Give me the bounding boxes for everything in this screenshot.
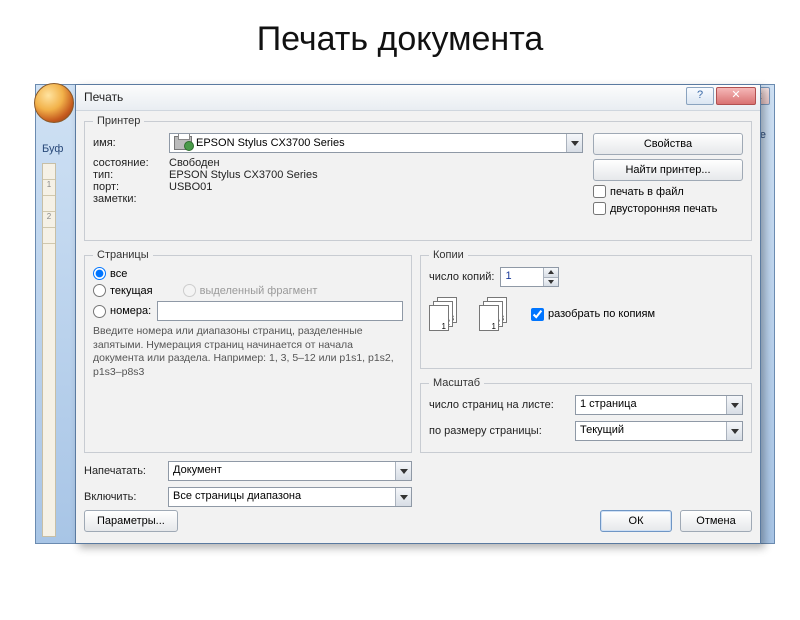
collate-checkbox[interactable]: разобрать по копиям	[531, 308, 655, 321]
ok-button[interactable]: ОК	[600, 510, 672, 532]
vertical-ruler: 12	[42, 163, 56, 537]
printer-icon	[174, 136, 192, 150]
scale-group: Масштаб число страниц на листе: 1 страни…	[420, 377, 752, 453]
printer-name-combo[interactable]: EPSON Stylus CX3700 Series	[169, 133, 583, 153]
cancel-button[interactable]: Отмена	[680, 510, 752, 532]
dialog-footer: Параметры... ОК Отмена	[84, 507, 752, 535]
office-button-icon	[34, 83, 74, 123]
pages-hint: Введите номера или диапазоны страниц, ра…	[93, 325, 403, 380]
print-what-combo[interactable]: Документ	[168, 461, 412, 481]
printer-port-label: порт:	[93, 181, 163, 193]
ribbon-fragment-2: Буф	[42, 143, 63, 155]
pages-selection-radio: выделенный фрагмент	[183, 284, 318, 297]
collate-diagram-icon: 321 321	[429, 297, 511, 331]
spinner-down-icon[interactable]	[544, 278, 558, 287]
pages-current-radio[interactable]: текущая	[93, 284, 153, 297]
scale-to-paper-combo[interactable]: Текущий	[575, 421, 743, 441]
printer-status-value: Свободен	[169, 157, 220, 169]
chevron-down-icon[interactable]	[566, 134, 582, 152]
pages-per-sheet-label: число страниц на листе:	[429, 399, 569, 411]
print-what-label: Напечатать:	[84, 465, 162, 477]
spinner-up-icon[interactable]	[544, 268, 558, 278]
pages-per-sheet-combo[interactable]: 1 страница	[575, 395, 743, 415]
printer-name-label: имя:	[93, 137, 163, 149]
include-combo[interactable]: Все страницы диапазона	[168, 487, 412, 507]
printer-name-value: EPSON Stylus CX3700 Series	[196, 137, 345, 149]
close-button[interactable]	[716, 87, 756, 105]
copies-group: Копии число копий: 1 321 321 разобрать п…	[420, 249, 752, 369]
chevron-down-icon[interactable]	[726, 396, 742, 414]
scale-to-paper-label: по размеру страницы:	[429, 425, 569, 437]
pages-all-radio[interactable]: все	[93, 267, 127, 280]
copies-legend: Копии	[429, 249, 468, 261]
printer-legend: Принтер	[93, 115, 144, 127]
duplex-checkbox[interactable]: двусторонняя печать	[593, 202, 743, 215]
printer-notes-label: заметки:	[93, 193, 163, 205]
print-dialog: Печать Принтер имя: EPSON Stylus CX3700 …	[75, 84, 761, 544]
printer-group: Принтер имя: EPSON Stylus CX3700 Series	[84, 115, 752, 241]
printer-port-value: USBO01	[169, 181, 212, 193]
chevron-down-icon[interactable]	[726, 422, 742, 440]
include-label: Включить:	[84, 491, 162, 503]
chevron-down-icon[interactable]	[395, 462, 411, 480]
pages-numbers-radio[interactable]: номера:	[93, 305, 151, 318]
scale-legend: Масштаб	[429, 377, 484, 389]
dialog-titlebar: Печать	[76, 85, 760, 111]
print-to-file-checkbox[interactable]: печать в файл	[593, 185, 743, 198]
help-button[interactable]	[686, 87, 714, 105]
pages-group: Страницы все текущая выделенный фрагмент…	[84, 249, 412, 453]
printer-status-label: состояние:	[93, 157, 163, 169]
pages-legend: Страницы	[93, 249, 153, 261]
printer-type-label: тип:	[93, 169, 163, 181]
pages-numbers-input[interactable]	[157, 301, 403, 321]
find-printer-button[interactable]: Найти принтер...	[593, 159, 743, 181]
chevron-down-icon[interactable]	[395, 488, 411, 506]
printer-type-value: EPSON Stylus CX3700 Series	[169, 169, 318, 181]
parameters-button[interactable]: Параметры...	[84, 510, 178, 532]
properties-button[interactable]: Свойства	[593, 133, 743, 155]
dialog-title: Печать	[84, 90, 123, 104]
copies-count-label: число копий:	[429, 271, 494, 283]
copies-spinner[interactable]: 1	[500, 267, 559, 287]
slide-title: Печать документа	[0, 20, 800, 59]
